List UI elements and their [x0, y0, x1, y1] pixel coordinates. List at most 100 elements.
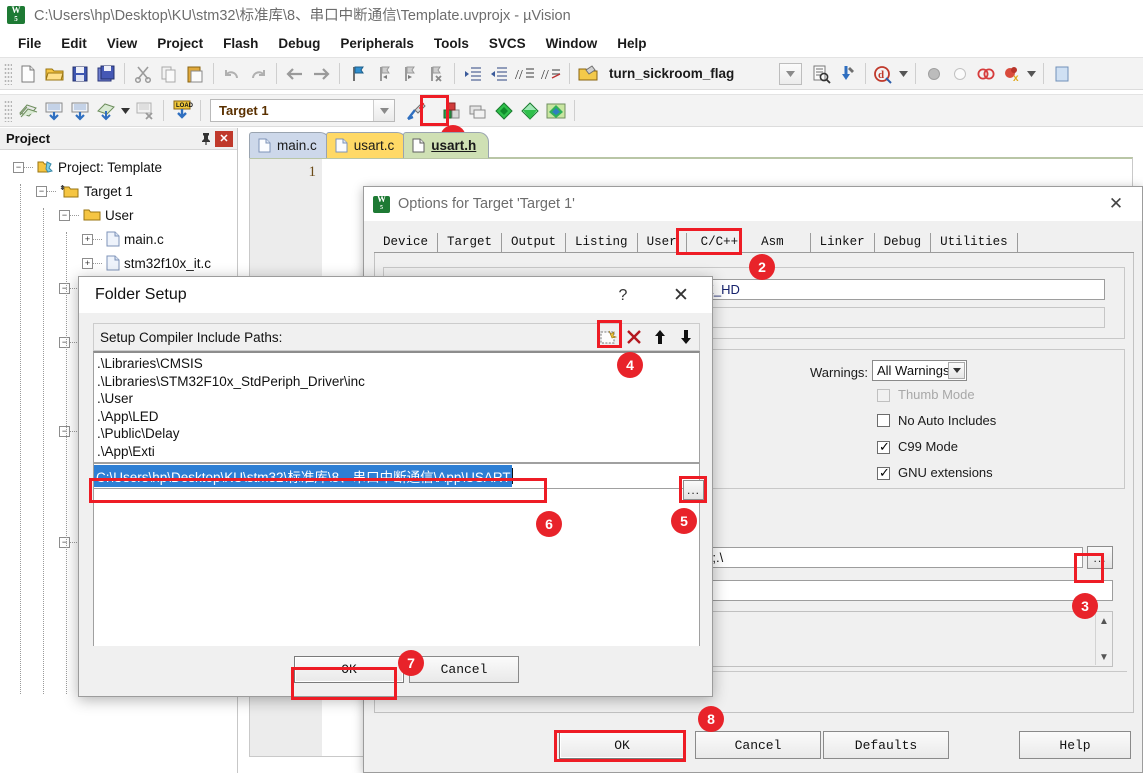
paste-icon[interactable]	[182, 61, 208, 87]
menu-peripherals[interactable]: Peripherals	[330, 34, 424, 53]
save-icon[interactable]	[67, 61, 93, 87]
find-in-files-icon[interactable]	[808, 61, 834, 87]
tree-node-target-1[interactable]: − Target 1	[0, 179, 237, 203]
tab-c-cpp[interactable]: C/C++	[687, 233, 753, 252]
stop-build-icon[interactable]	[132, 98, 158, 124]
compiler-control-scrollbar[interactable]: ▲ ▼	[1095, 613, 1111, 665]
tab-target[interactable]: Target	[438, 233, 503, 252]
navigate-forward-icon[interactable]	[308, 61, 334, 87]
options-ok-button[interactable]: OK	[559, 731, 685, 759]
scroll-up-icon[interactable]: ▲	[1096, 613, 1112, 629]
tab-output[interactable]: Output	[502, 233, 567, 252]
select-software-packs-icon[interactable]	[543, 98, 569, 124]
list-item[interactable]: .\App\Exti	[97, 443, 696, 461]
tab-device[interactable]: Device	[374, 233, 439, 252]
tree-expander[interactable]: −	[59, 282, 70, 294]
copy-icon[interactable]	[156, 61, 182, 87]
chevron-down-icon[interactable]	[948, 362, 965, 379]
menu-project[interactable]: Project	[147, 34, 213, 53]
bookmark-clear-icon[interactable]	[423, 61, 449, 87]
breakpoint-dropdown-arrow[interactable]	[1025, 61, 1038, 87]
cut-icon[interactable]	[130, 61, 156, 87]
warnings-dropdown[interactable]: All Warnings	[872, 360, 967, 381]
target-combo[interactable]: Target 1	[210, 99, 395, 122]
close-icon[interactable]: ✕	[666, 282, 696, 308]
batch-build-icon[interactable]	[93, 98, 119, 124]
tab-debug[interactable]: Debug	[875, 233, 932, 252]
manage-project-items-icon[interactable]	[439, 98, 465, 124]
question-mark-icon[interactable]: ?	[610, 285, 636, 307]
tree-expander[interactable]: +	[82, 233, 93, 245]
menu-window[interactable]: Window	[536, 34, 608, 53]
menu-debug[interactable]: Debug	[268, 34, 330, 53]
manage-run-time-env-icon[interactable]	[517, 98, 543, 124]
menu-flash[interactable]: Flash	[213, 34, 268, 53]
scroll-down-icon[interactable]: ▼	[1096, 649, 1112, 665]
toolbar-grip[interactable]	[4, 62, 12, 85]
bookmark-toggle-icon[interactable]	[345, 61, 371, 87]
rebuild-target-icon[interactable]	[67, 98, 93, 124]
gnu-extensions-checkbox[interactable]: ✓	[877, 466, 890, 480]
navigate-back-icon[interactable]	[282, 61, 308, 87]
close-icon[interactable]: ✕	[215, 130, 233, 147]
include-path-edit-field[interactable]: C:\Users\hp\Desktop\KU\stm32\标准库\8、串口中断通…	[93, 463, 700, 489]
symbol-combo[interactable]: turn_sickroom_flag	[605, 62, 775, 85]
folder-setup-cancel-button[interactable]: Cancel	[409, 656, 519, 683]
thumb-mode-checkbox[interactable]	[877, 389, 890, 402]
menu-view[interactable]: View	[97, 34, 148, 53]
tab-usart-h[interactable]: usart.h	[403, 132, 490, 158]
menu-file[interactable]: File	[8, 34, 51, 53]
no-auto-includes-checkbox[interactable]	[877, 414, 890, 427]
options-for-target-icon[interactable]	[403, 98, 429, 124]
browse-symbol-icon[interactable]	[575, 61, 601, 87]
list-item[interactable]: .\Public\Delay	[97, 425, 696, 443]
disable-all-breakpoints-icon[interactable]	[973, 61, 999, 87]
undefine-field[interactable]	[693, 307, 1105, 328]
tree-node-stm32f10x-it-c[interactable]: + stm32f10x_it.c	[0, 251, 237, 275]
outdent-icon[interactable]	[486, 61, 512, 87]
tab-main-c[interactable]: main.c	[249, 132, 330, 158]
tree-expander[interactable]: −	[13, 161, 24, 173]
tree-expander[interactable]: −	[59, 536, 70, 548]
indent-icon[interactable]	[460, 61, 486, 87]
move-up-icon[interactable]	[647, 324, 673, 350]
new-file-icon[interactable]	[15, 61, 41, 87]
delete-icon[interactable]	[621, 324, 647, 350]
tree-node-user[interactable]: − User	[0, 203, 237, 227]
kill-all-breakpoints-icon[interactable]: x	[999, 61, 1025, 87]
batch-build-dropdown-arrow[interactable]	[119, 98, 132, 124]
bookmark-next-icon[interactable]	[397, 61, 423, 87]
debug-dropdown-arrow[interactable]	[897, 61, 910, 87]
list-item[interactable]: .\Libraries\CMSIS	[97, 355, 696, 373]
include-paths-browse-button[interactable]: ...	[1087, 546, 1113, 569]
download-to-flash-icon[interactable]: LOAD	[169, 98, 195, 124]
tree-node-project-template[interactable]: − Project: Template	[0, 155, 237, 179]
breakpoint-empty-icon[interactable]	[947, 61, 973, 87]
include-paths-list-lower[interactable]	[93, 489, 700, 665]
pin-icon[interactable]	[197, 130, 215, 148]
list-item[interactable]: .\Libraries\STM32F10x_StdPeriph_Driver\i…	[97, 373, 696, 391]
tab-user[interactable]: User	[638, 233, 687, 252]
tab-usart-c[interactable]: usart.c	[325, 132, 408, 158]
folder-setup-browse-button[interactable]: ...	[683, 480, 704, 500]
undo-icon[interactable]	[219, 61, 245, 87]
folder-setup-ok-button[interactable]: OK	[294, 656, 404, 683]
tree-expander[interactable]: −	[36, 185, 47, 197]
define-field[interactable]: 0X_HD	[693, 279, 1105, 300]
new-folder-icon[interactable]	[595, 324, 621, 350]
redo-icon[interactable]	[245, 61, 271, 87]
c99-mode-checkbox[interactable]: ✓	[877, 440, 890, 454]
translate-file-icon[interactable]	[15, 98, 41, 124]
uncomment-icon[interactable]: //	[538, 61, 564, 87]
debug-session-icon[interactable]: d	[871, 61, 897, 87]
tree-node-main-c[interactable]: + main.c	[0, 227, 237, 251]
comment-icon[interactable]: //	[512, 61, 538, 87]
toolbar-grip-2[interactable]	[4, 99, 12, 122]
move-down-icon[interactable]	[673, 324, 699, 350]
manage-multi-project-icon[interactable]	[465, 98, 491, 124]
menu-help[interactable]: Help	[607, 34, 656, 53]
pack-installer-icon[interactable]	[491, 98, 517, 124]
menu-tools[interactable]: Tools	[424, 34, 479, 53]
tab-listing[interactable]: Listing	[566, 233, 638, 252]
tab-linker[interactable]: Linker	[809, 233, 875, 252]
